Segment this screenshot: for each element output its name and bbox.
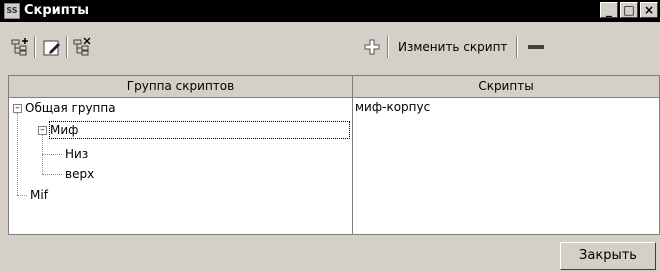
edit-script-button[interactable]: Изменить скрипт	[398, 38, 507, 56]
add-script-button[interactable]	[362, 37, 382, 57]
groups-column: Группа скриптов – Общая группа – Миф Низ…	[9, 76, 353, 234]
tree-connector	[42, 154, 62, 155]
add-tree-node-icon	[11, 38, 28, 56]
remove-script-button[interactable]	[526, 37, 546, 57]
delete-group-button[interactable]	[72, 37, 92, 57]
plus-icon	[364, 39, 380, 55]
tree-connector	[42, 174, 62, 175]
tree-node-common-group[interactable]: Общая группа	[25, 100, 116, 116]
tree-node-mif[interactable]: Mif	[30, 187, 48, 203]
toolbar-separator	[34, 36, 36, 58]
close-button[interactable]: Закрыть	[560, 242, 656, 270]
list-item[interactable]: миф-корпус	[355, 99, 430, 115]
scripts-column: Скрипты миф-корпус	[353, 76, 659, 234]
scripts-panel: Группа скриптов – Общая группа – Миф Низ…	[8, 75, 660, 235]
edit-pencil-icon	[43, 40, 60, 56]
minus-icon	[528, 45, 544, 49]
tree-connector	[17, 113, 18, 195]
window-controls: _ □ ×	[598, 2, 658, 18]
edit-group-button[interactable]	[42, 37, 62, 57]
tree-node-myth[interactable]: Миф	[49, 121, 350, 139]
toolbar-separator	[516, 36, 518, 58]
close-window-button[interactable]: ×	[640, 2, 658, 18]
window-title: Скрипты	[24, 3, 90, 18]
groups-column-header[interactable]: Группа скриптов	[9, 76, 352, 98]
tree-node-top[interactable]: верх	[65, 166, 94, 182]
maximize-button[interactable]: □	[620, 2, 638, 18]
collapse-toggle-myth[interactable]: –	[38, 126, 47, 135]
delete-tree-node-icon	[73, 37, 91, 56]
scripts-window: SS Скрипты _ □ × Изменить скрипт Группа …	[0, 0, 660, 272]
toolbar: Изменить скрипт	[0, 22, 660, 70]
toolbar-separator	[66, 36, 68, 58]
minimize-button[interactable]: _	[600, 2, 618, 18]
tree-node-low[interactable]: Низ	[65, 146, 88, 162]
add-group-button[interactable]	[10, 37, 30, 57]
scripts-app-icon: SS	[4, 3, 20, 19]
scripts-column-header[interactable]: Скрипты	[353, 76, 659, 98]
toolbar-separator	[387, 36, 389, 58]
title-bar[interactable]: SS Скрипты _ □ ×	[0, 0, 660, 22]
tree-connector	[17, 195, 27, 196]
collapse-toggle-root[interactable]: –	[13, 104, 22, 113]
